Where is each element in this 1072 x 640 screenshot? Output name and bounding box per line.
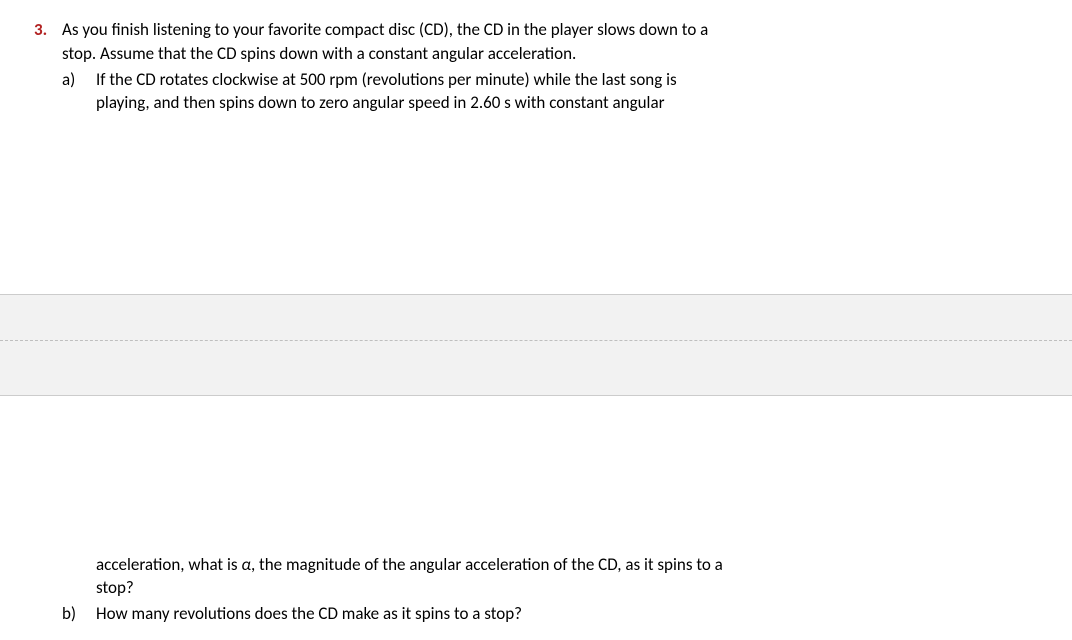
part-b-text: How many revolutions does the CD make as… [96, 602, 1042, 626]
page-bottom-section: acceleration, what is α, the magnitude o… [0, 395, 1072, 640]
page-break-gap [0, 295, 1072, 395]
part-a-label: a) [62, 68, 96, 92]
part-a-line3-pre: acceleration, what is [96, 554, 241, 575]
part-a-line1: If the CD rotates clockwise at 500 rpm (… [96, 68, 1042, 92]
question-block: 3. As you finish listening to your favor… [30, 18, 1042, 115]
question-body: As you finish listening to your favorite… [62, 18, 1042, 115]
part-a-text-top: If the CD rotates clockwise at 500 rpm (… [96, 68, 1042, 116]
part-a: a) If the CD rotates clockwise at 500 rp… [62, 68, 1042, 116]
question-content-bottom: acceleration, what is α, the magnitude o… [30, 553, 1042, 626]
part-a-line3: acceleration, what is α, the magnitude o… [96, 553, 1042, 577]
part-a-line4: stop? [96, 576, 1042, 600]
part-a-continuation: acceleration, what is α, the magnitude o… [30, 553, 1042, 601]
part-a-line2: playing, and then spins down to zero ang… [96, 91, 1042, 115]
part-b-label: b) [62, 602, 96, 626]
alpha-variable: α [241, 554, 251, 575]
question-number: 3. [30, 18, 62, 42]
question-content-top: 3. As you finish listening to your favor… [0, 0, 1072, 115]
question-intro-line1: As you finish listening to your favorite… [62, 18, 1042, 42]
part-a-line3-post: , the magnitude of the angular accelerat… [251, 554, 723, 575]
question-intro-line2: stop. Assume that the CD spins down with… [62, 42, 1042, 66]
page-top-section: 3. As you finish listening to your favor… [0, 0, 1072, 295]
part-b: b) How many revolutions does the CD make… [30, 602, 1042, 626]
